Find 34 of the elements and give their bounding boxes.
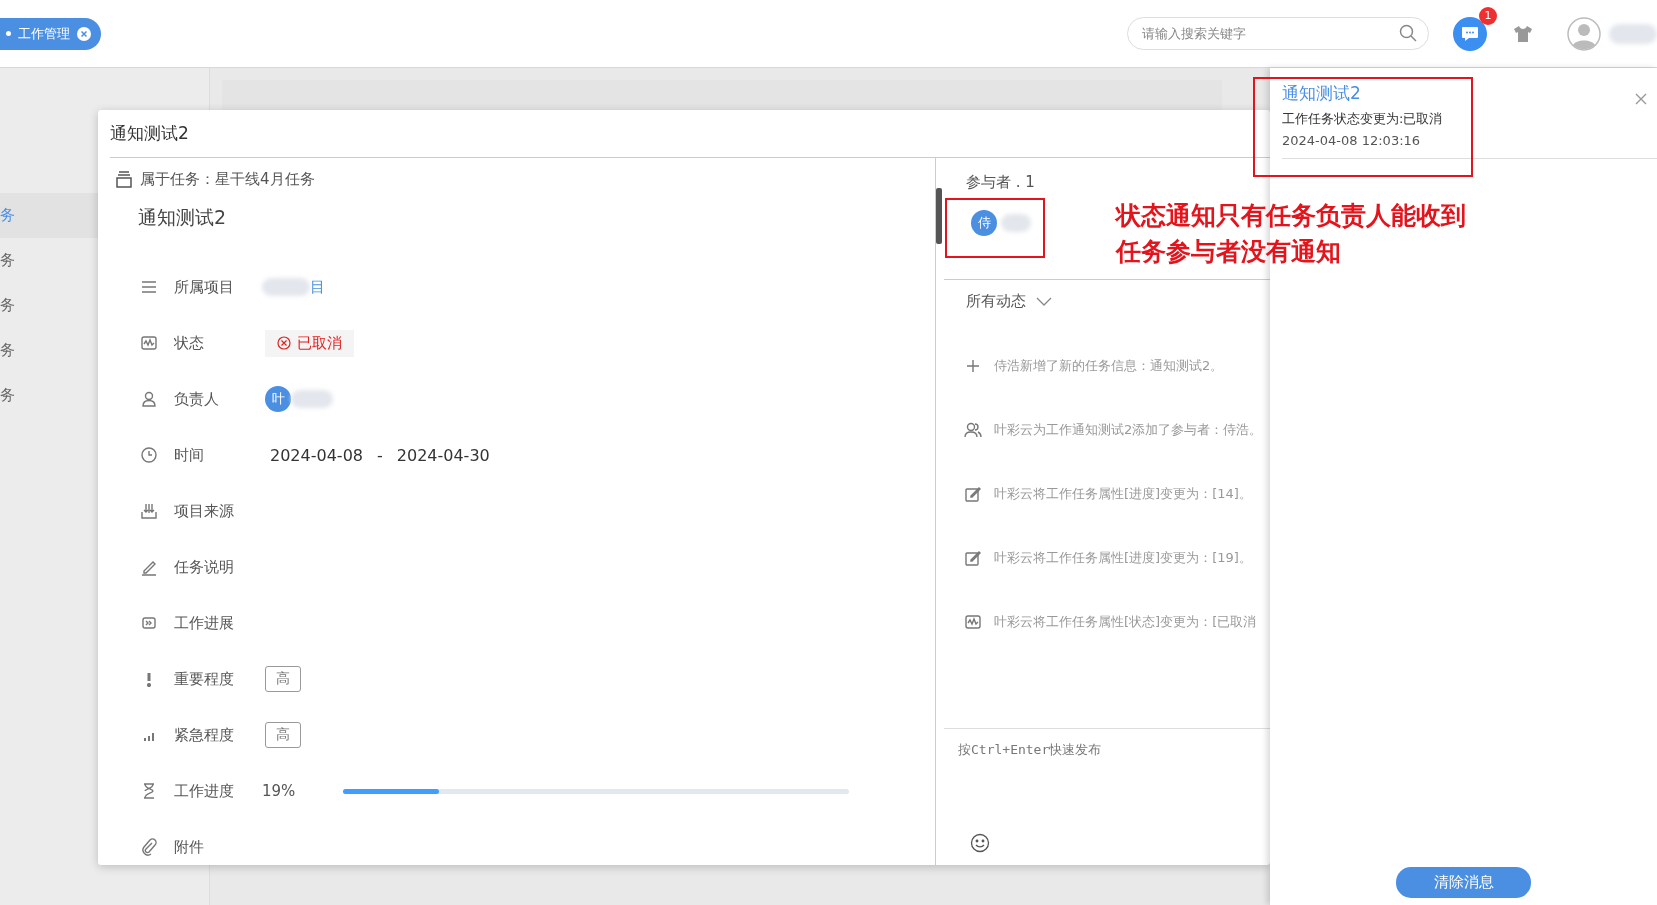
level-tag: 高 [265,666,301,692]
date-separator: - [377,445,383,465]
activity-text: 叶彩云将工作任务属性[进度]变更为：[14]。 [994,485,1252,503]
user-avatar: 叶 [265,386,291,412]
field-label: 负责人 [174,389,220,409]
progress-percent: 19% [262,782,296,800]
message-badge: 1 [1479,6,1497,25]
field-label: 工作进度 [174,781,235,801]
notification-message: 工作任务状态变更为:已取消 [1282,110,1444,128]
activity-text: 侍浩新增了新的任务信息：通知测试2。 [994,357,1224,375]
participants-title: 参与者 . 1 [966,173,1036,192]
field-label: 项目来源 [174,501,235,521]
status-tag: 已取消 [265,329,354,357]
field-label: 时间 [174,445,205,465]
field-label: 重要程度 [174,669,235,689]
field-label: 附件 [174,837,205,857]
field-label: 紧急程度 [174,725,235,745]
dialog-title: 通知测试2 [110,122,189,145]
field-label: 任务说明 [174,557,235,577]
level-tag: 高 [265,722,301,748]
annotation-text: 状态通知只有任务负责人能收到 [1116,200,1466,232]
field-label: 工作进展 [174,613,235,633]
user-avatar: 侍 [971,210,997,236]
activity-text: 叶彩云为工作通知测试2添加了参与者：侍浩。 [994,421,1263,439]
start-date: 2024-04-08 [270,445,363,465]
field-label: 所属项目 [174,277,235,297]
field-label: 状态 [174,333,205,353]
task-name: 通知测试2 [138,205,228,230]
parent-task: 属于任务：星干线4月任务 [140,169,315,189]
annotation-text: 任务参与者没有通知 [1116,236,1342,268]
activity-text: 叶彩云将工作任务属性[进度]变更为：[19]。 [994,549,1252,567]
notification-time: 2024-04-08 12:03:16 [1282,133,1422,148]
end-date: 2024-04-30 [396,445,490,465]
activity-text: 叶彩云将工作任务属性[状态]变更为：[已取消 [994,613,1257,631]
